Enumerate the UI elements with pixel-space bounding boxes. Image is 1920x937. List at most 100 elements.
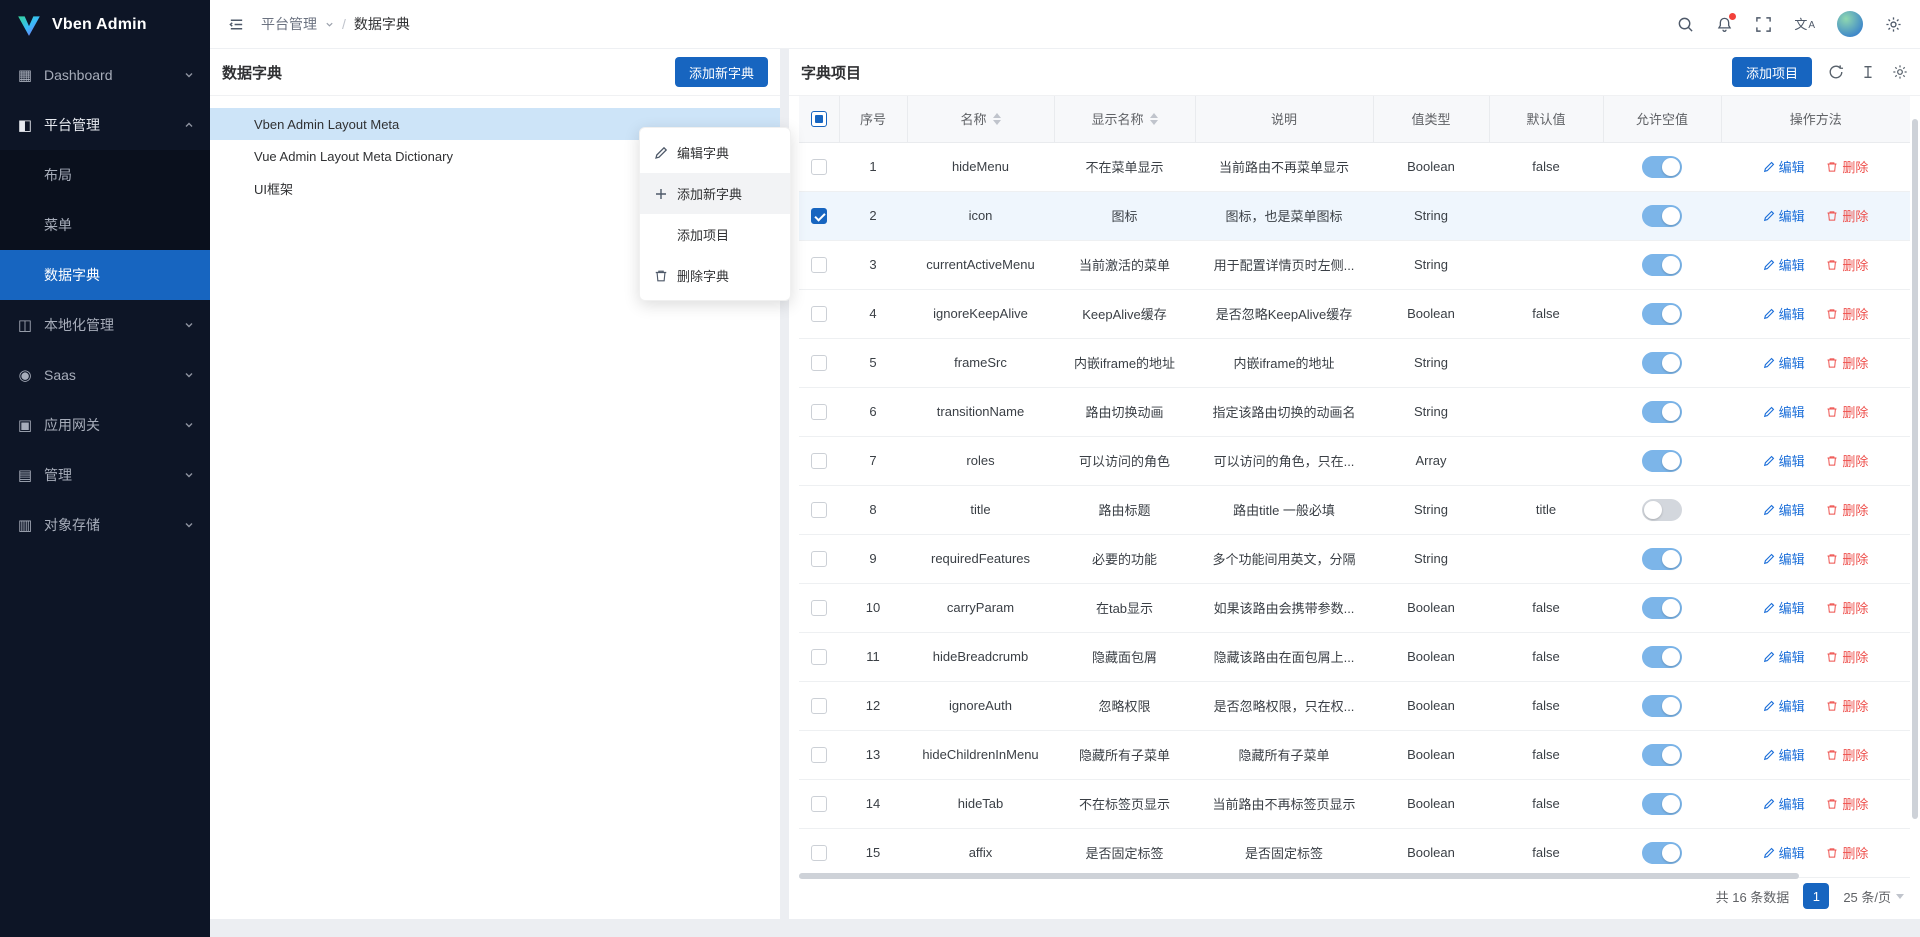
delete-button[interactable]: 删除 <box>1826 549 1868 568</box>
row-checkbox[interactable] <box>811 306 827 322</box>
allow-empty-toggle[interactable] <box>1642 450 1682 472</box>
delete-button[interactable]: 删除 <box>1826 304 1868 323</box>
delete-button[interactable]: 删除 <box>1826 353 1868 372</box>
table-row[interactable]: 2 icon 图标 图标，也是菜单图标 String 编辑 <box>799 191 1910 240</box>
translate-icon[interactable]: 文A <box>1794 18 1815 31</box>
user-avatar[interactable] <box>1837 11 1863 37</box>
table-row[interactable]: 15 affix 是否固定标签 是否固定标签 Boolean false 编辑 <box>799 828 1910 877</box>
edit-button[interactable]: 编辑 <box>1763 696 1805 715</box>
allow-empty-toggle[interactable] <box>1642 548 1682 570</box>
allow-empty-toggle[interactable] <box>1642 401 1682 423</box>
sidebar-item[interactable]: ▤ 管理 <box>0 450 210 500</box>
edit-button[interactable]: 编辑 <box>1763 304 1805 323</box>
delete-button[interactable]: 删除 <box>1826 206 1868 225</box>
edit-button[interactable]: 编辑 <box>1763 794 1805 813</box>
row-checkbox[interactable] <box>811 257 827 273</box>
row-checkbox[interactable] <box>811 698 827 714</box>
allow-empty-toggle[interactable] <box>1642 254 1682 276</box>
table-row[interactable]: 10 carryParam 在tab显示 如果该路由会携带参数... Boole… <box>799 583 1910 632</box>
sidebar-item[interactable]: 数据字典 <box>0 250 210 300</box>
table-row[interactable]: 7 roles 可以访问的角色 可以访问的角色，只在... Array 编辑 <box>799 436 1910 485</box>
sort-icon[interactable] <box>993 113 1001 125</box>
row-checkbox[interactable] <box>811 453 827 469</box>
table-row[interactable]: 8 title 路由标题 路由title 一般必填 String title 编… <box>799 485 1910 534</box>
vertical-scrollbar[interactable] <box>1912 119 1918 819</box>
row-checkbox[interactable] <box>811 649 827 665</box>
allow-empty-toggle[interactable] <box>1642 352 1682 374</box>
table-row[interactable]: 12 ignoreAuth 忽略权限 是否忽略权限，只在权... Boolean… <box>799 681 1910 730</box>
delete-button[interactable]: 删除 <box>1826 745 1868 764</box>
allow-empty-toggle[interactable] <box>1642 793 1682 815</box>
app-logo[interactable]: Vben Admin <box>0 0 210 50</box>
table-row[interactable]: 13 hideChildrenInMenu 隐藏所有子菜单 隐藏所有子菜单 Bo… <box>799 730 1910 779</box>
sidebar-item[interactable]: 菜单 <box>0 200 210 250</box>
table-row[interactable]: 9 requiredFeatures 必要的功能 多个功能间用英文，分隔 Str… <box>799 534 1910 583</box>
sidebar-item[interactable]: ◧ 平台管理 <box>0 100 210 150</box>
edit-button[interactable]: 编辑 <box>1763 549 1805 568</box>
row-checkbox[interactable] <box>811 159 827 175</box>
edit-button[interactable]: 编辑 <box>1763 843 1805 862</box>
table-row[interactable]: 1 hideMenu 不在菜单显示 当前路由不再菜单显示 Boolean fal… <box>799 142 1910 191</box>
edit-button[interactable]: 编辑 <box>1763 598 1805 617</box>
refresh-icon[interactable] <box>1828 64 1844 80</box>
sidebar-item[interactable]: ◫ 本地化管理 <box>0 300 210 350</box>
table-row[interactable]: 4 ignoreKeepAlive KeepAlive缓存 是否忽略KeepAl… <box>799 289 1910 338</box>
page-size-select[interactable]: 25 条/页 <box>1843 887 1904 906</box>
sort-icon[interactable] <box>1150 113 1158 125</box>
delete-button[interactable]: 删除 <box>1826 647 1868 666</box>
edit-button[interactable]: 编辑 <box>1763 255 1805 274</box>
row-checkbox[interactable] <box>811 551 827 567</box>
search-icon[interactable] <box>1677 16 1694 33</box>
sidebar-item[interactable]: ▥ 对象存储 <box>0 500 210 550</box>
horizontal-scrollbar[interactable] <box>799 873 1799 879</box>
table-row[interactable]: 6 transitionName 路由切换动画 指定该路由切换的动画名 Stri… <box>799 387 1910 436</box>
theme-settings-gear-icon[interactable] <box>1885 16 1902 33</box>
table-row[interactable]: 14 hideTab 不在标签页显示 当前路由不再标签页显示 Boolean f… <box>799 779 1910 828</box>
row-checkbox[interactable] <box>811 355 827 371</box>
allow-empty-toggle[interactable] <box>1642 156 1682 178</box>
edit-button[interactable]: 编辑 <box>1763 647 1805 666</box>
delete-button[interactable]: 删除 <box>1826 500 1868 519</box>
edit-button[interactable]: 编辑 <box>1763 206 1805 225</box>
edit-button[interactable]: 编辑 <box>1763 451 1805 470</box>
row-checkbox[interactable] <box>811 796 827 812</box>
context-menu-item[interactable]: 添加项目 <box>640 214 790 255</box>
allow-empty-toggle[interactable] <box>1642 646 1682 668</box>
sidebar-item[interactable]: ◉ Saas <box>0 350 210 400</box>
column-settings-gear-icon[interactable] <box>1892 64 1908 80</box>
row-checkbox[interactable] <box>811 845 827 861</box>
breadcrumb-caret-icon[interactable] <box>325 20 334 29</box>
table-row[interactable]: 11 hideBreadcrumb 隐藏面包屑 隐藏该路由在面包屑上... Bo… <box>799 632 1910 681</box>
allow-empty-toggle[interactable] <box>1642 695 1682 717</box>
delete-button[interactable]: 删除 <box>1826 696 1868 715</box>
table-row[interactable]: 3 currentActiveMenu 当前激活的菜单 用于配置详情页时左侧..… <box>799 240 1910 289</box>
edit-button[interactable]: 编辑 <box>1763 402 1805 421</box>
row-checkbox[interactable] <box>811 208 827 224</box>
row-checkbox[interactable] <box>811 502 827 518</box>
breadcrumb-parent[interactable]: 平台管理 <box>261 14 317 34</box>
context-menu-item[interactable]: 删除字典 <box>640 255 790 296</box>
delete-button[interactable]: 删除 <box>1826 157 1868 176</box>
row-checkbox[interactable] <box>811 600 827 616</box>
fullscreen-icon[interactable] <box>1755 16 1772 33</box>
add-dictionary-button[interactable]: 添加新字典 <box>675 57 768 87</box>
sidebar-fold-icon[interactable] <box>228 16 245 33</box>
row-checkbox[interactable] <box>811 404 827 420</box>
sidebar-item[interactable]: ▣ 应用网关 <box>0 400 210 450</box>
context-menu-item[interactable]: 添加新字典 <box>640 173 790 214</box>
select-all-checkbox[interactable] <box>811 111 827 127</box>
allow-empty-toggle[interactable] <box>1642 499 1682 521</box>
edit-button[interactable]: 编辑 <box>1763 157 1805 176</box>
allow-empty-toggle[interactable] <box>1642 744 1682 766</box>
delete-button[interactable]: 删除 <box>1826 451 1868 470</box>
delete-button[interactable]: 删除 <box>1826 402 1868 421</box>
sidebar-item[interactable]: ▦ Dashboard <box>0 50 210 100</box>
allow-empty-toggle[interactable] <box>1642 842 1682 864</box>
add-item-button[interactable]: 添加项目 <box>1732 57 1812 87</box>
allow-empty-toggle[interactable] <box>1642 597 1682 619</box>
edit-button[interactable]: 编辑 <box>1763 353 1805 372</box>
notification-bell-icon[interactable] <box>1716 16 1733 33</box>
allow-empty-toggle[interactable] <box>1642 205 1682 227</box>
edit-button[interactable]: 编辑 <box>1763 500 1805 519</box>
context-menu-item[interactable]: 编辑字典 <box>640 132 790 173</box>
